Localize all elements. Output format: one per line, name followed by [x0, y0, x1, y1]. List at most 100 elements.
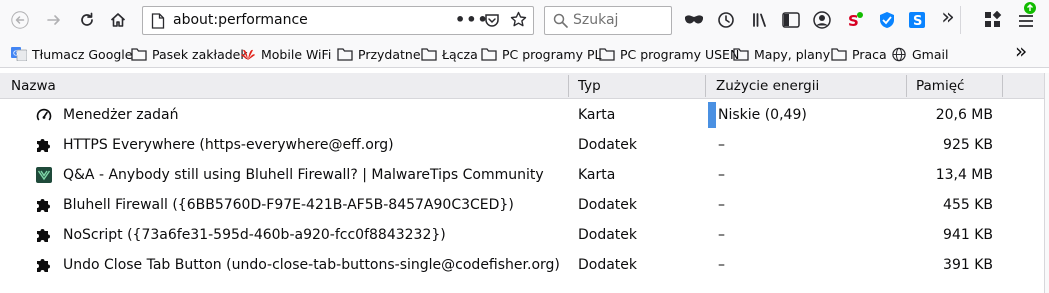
- row-energy: Niskie (0,49): [718, 107, 807, 123]
- library-icon[interactable]: [750, 10, 770, 30]
- column-separator[interactable]: [568, 75, 569, 97]
- column-header-memory[interactable]: Pamięć: [916, 78, 964, 94]
- column-separator[interactable]: [705, 75, 706, 97]
- row-type: Karta: [578, 107, 616, 123]
- energy-impact-bar: [708, 102, 716, 128]
- bookmark-item[interactable]: Mobile WiFi: [240, 45, 331, 63]
- gauge-icon: [36, 108, 52, 121]
- url-text[interactable]: about:performance: [173, 12, 308, 28]
- bookmark-folder[interactable]: Praca: [831, 45, 887, 63]
- folder-icon: [831, 48, 847, 61]
- row-energy: –: [718, 137, 725, 153]
- column-separator[interactable]: [1002, 75, 1003, 97]
- column-separator[interactable]: [906, 75, 907, 97]
- table-row[interactable]: Bluhell Firewall ({6BB5760D-F97E-421B-AF…: [0, 190, 1049, 220]
- table-row[interactable]: Menedżer zadań Karta Niskie (0,49) 20,6 …: [0, 100, 1049, 130]
- history-icon[interactable]: [716, 10, 736, 30]
- row-memory: 391 KB: [943, 257, 993, 273]
- row-type: Dodatek: [578, 197, 638, 213]
- bookmark-label: Mapy, plany: [754, 46, 831, 62]
- url-bar[interactable]: about:performance •••: [142, 6, 534, 35]
- row-name: HTTPS Everywhere (https-everywhere@eff.o…: [63, 137, 394, 153]
- back-button[interactable]: [6, 6, 34, 34]
- extension-shield-icon[interactable]: [877, 10, 897, 30]
- bookmark-folder[interactable]: Mapy, plany: [733, 45, 830, 63]
- bookmark-label: Pasek zakładek: [152, 46, 248, 62]
- search-icon: [553, 13, 568, 28]
- bookmark-label: Przydatne: [358, 46, 421, 62]
- row-memory: 455 KB: [943, 197, 993, 213]
- bookmark-label: PC programy PL: [502, 46, 602, 62]
- sidebar-icon[interactable]: [781, 10, 801, 30]
- table-row[interactable]: Q&A - Anybody still using Bluhell Firewa…: [0, 160, 1049, 190]
- bookmark-folder[interactable]: Łącza: [421, 45, 478, 63]
- pocket-icon[interactable]: [484, 12, 500, 28]
- customize-icon[interactable]: [983, 10, 1003, 30]
- star-icon[interactable]: [510, 11, 527, 28]
- folder-icon: [481, 48, 497, 61]
- update-arrow-icon: [1024, 2, 1036, 14]
- toolbar-overflow-button[interactable]: »: [938, 5, 958, 30]
- column-header-type[interactable]: Typ: [578, 78, 601, 94]
- table-row[interactable]: NoScript ({73a6fe31-595d-460b-a920-fcc0f…: [0, 220, 1049, 250]
- forward-button[interactable]: [40, 6, 68, 34]
- bookmark-item[interactable]: G Tłumacz Google: [11, 45, 132, 63]
- folder-icon: [599, 48, 615, 61]
- bookmark-folder[interactable]: PC programy PL: [481, 45, 601, 63]
- table-row[interactable]: Undo Close Tab Button (undo-close-tab-bu…: [0, 250, 1049, 280]
- row-memory: 20,6 MB: [935, 107, 993, 123]
- account-icon[interactable]: [812, 10, 832, 30]
- search-bar[interactable]: Szukaj: [544, 6, 672, 35]
- page-icon: [151, 13, 165, 29]
- row-name: Undo Close Tab Button (undo-close-tab-bu…: [63, 257, 560, 273]
- bookmark-folder[interactable]: Pasek zakładek: [131, 45, 248, 63]
- bookmarks-toolbar: G Tłumacz Google Pasek zakładek Mobile W…: [0, 39, 1049, 68]
- row-energy: –: [718, 257, 725, 273]
- bookmark-label: Gmail: [912, 46, 949, 62]
- bookmark-label: PC programy USEN: [620, 46, 740, 62]
- google-translate-icon: G: [11, 47, 27, 61]
- puzzle-icon: [37, 229, 50, 242]
- home-icon: [110, 13, 126, 27]
- menu-icon[interactable]: [1016, 2, 1036, 30]
- huawei-icon: [241, 49, 255, 60]
- row-type: Dodatek: [578, 227, 638, 243]
- search-placeholder: Szukaj: [573, 12, 619, 28]
- mask-icon[interactable]: [684, 10, 704, 30]
- svg-text:G: G: [13, 50, 18, 58]
- home-button[interactable]: [104, 6, 132, 34]
- extension-s-red-icon[interactable]: S: [845, 10, 865, 30]
- folder-icon: [131, 48, 147, 61]
- row-energy: –: [718, 227, 725, 243]
- folder-icon: [421, 48, 437, 61]
- row-name: Menedżer zadań: [63, 107, 179, 123]
- row-memory: 13,4 MB: [935, 167, 993, 183]
- arrow-right-icon: [47, 15, 60, 25]
- bookmark-folder[interactable]: PC programy USEN: [599, 45, 739, 63]
- row-energy: –: [718, 197, 725, 213]
- toolbar-separator: [960, 6, 961, 34]
- bookmark-label: Praca: [852, 46, 887, 62]
- scrollbar[interactable]: [1044, 73, 1049, 293]
- navigation-toolbar: about:performance ••• Szukaj S S »: [0, 0, 1049, 40]
- folder-icon: [337, 48, 353, 61]
- row-type: Dodatek: [578, 257, 638, 273]
- table-row[interactable]: HTTPS Everywhere (https-everywhere@eff.o…: [0, 130, 1049, 160]
- row-name: Q&A - Anybody still using Bluhell Firewa…: [63, 167, 544, 183]
- table-header: Nazwa Typ Zużycie energii Pamięć: [0, 73, 1049, 99]
- bookmark-folder[interactable]: Przydatne: [337, 45, 421, 63]
- extension-s-blue-icon[interactable]: S: [907, 10, 927, 30]
- puzzle-icon: [37, 259, 50, 272]
- reload-button[interactable]: [73, 6, 101, 34]
- bookmark-item[interactable]: Gmail: [891, 45, 948, 63]
- column-header-energy[interactable]: Zużycie energii: [716, 78, 819, 94]
- folder-icon: [733, 48, 749, 61]
- row-name: NoScript ({73a6fe31-595d-460b-a920-fcc0f…: [63, 227, 446, 243]
- column-header-name[interactable]: Nazwa: [11, 78, 56, 94]
- bookmark-label: Tłumacz Google: [32, 46, 133, 62]
- puzzle-icon: [37, 139, 50, 152]
- reload-icon: [81, 12, 93, 26]
- bookmarks-overflow-button[interactable]: »: [1015, 39, 1027, 63]
- row-memory: 941 KB: [943, 227, 993, 243]
- row-memory: 925 KB: [943, 137, 993, 153]
